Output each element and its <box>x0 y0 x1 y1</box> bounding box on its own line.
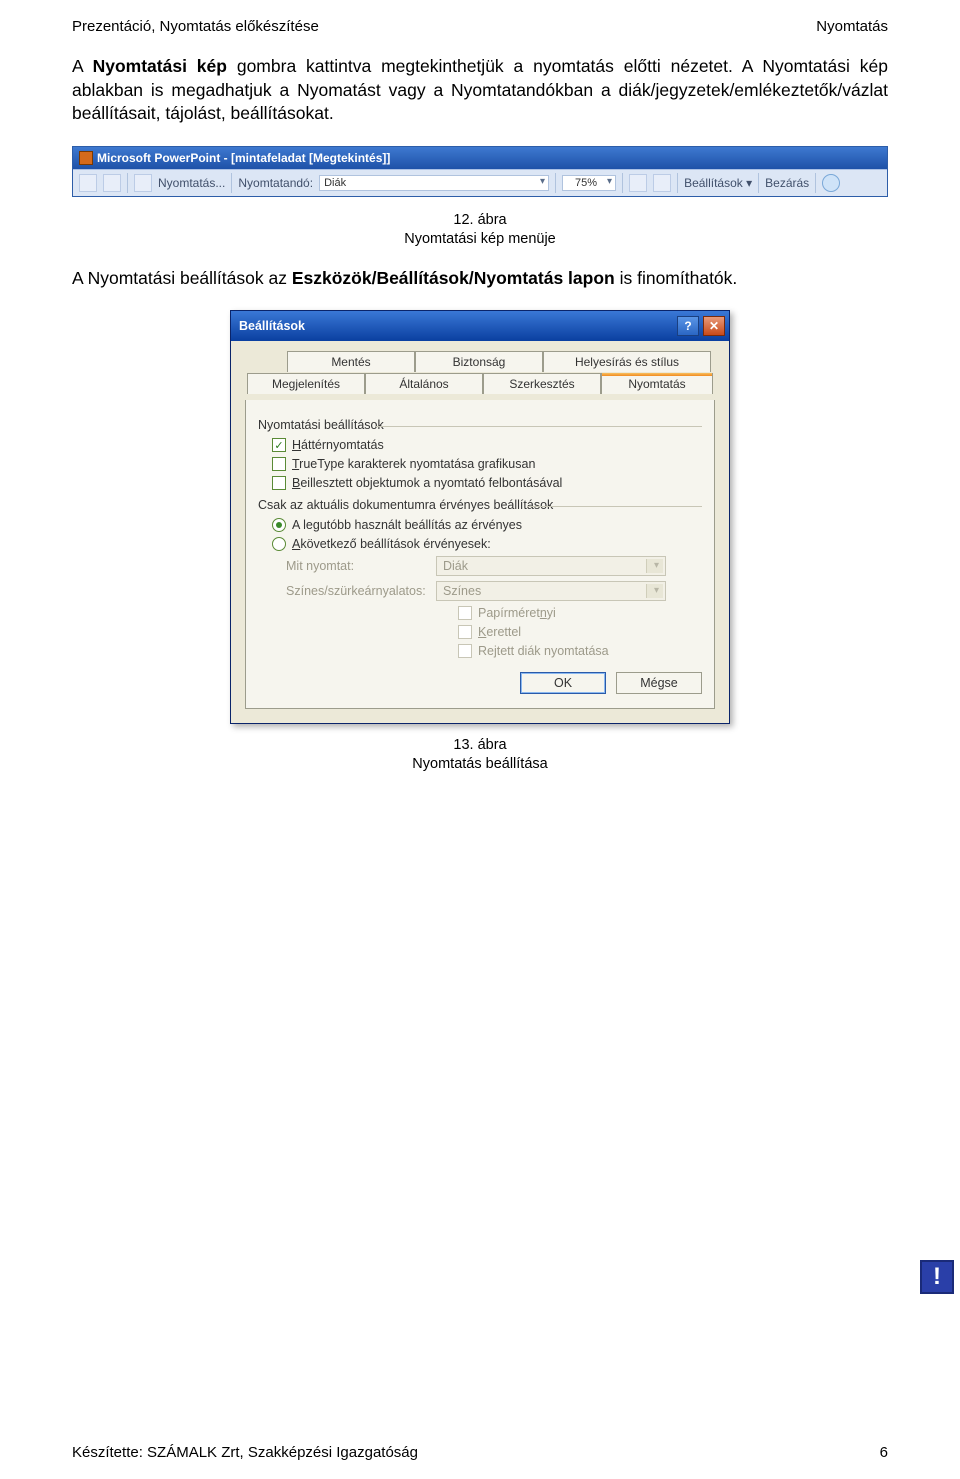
printable-dropdown[interactable]: Diák <box>319 175 549 191</box>
powerpoint-titlebar: Microsoft PowerPoint - [mintafeladat [Me… <box>73 147 887 169</box>
checkbox-hidden-slides <box>458 644 472 658</box>
footer-page-number: 6 <box>880 1444 888 1461</box>
page-header-left: Prezentáció, Nyomtatás előkészítése <box>72 18 319 35</box>
printable-label: Nyomtatandó: <box>238 176 313 190</box>
row-mit-nyomtat: Mit nyomtat: Diák▾ <box>286 556 702 576</box>
printer-icon[interactable] <box>134 174 152 192</box>
footer-left: Készítette: SZÁMALK Zrt, Szakképzési Iga… <box>72 1444 418 1461</box>
tab-biztonsag[interactable]: Biztonság <box>415 351 543 372</box>
radio-following[interactable] <box>272 537 286 551</box>
paragraph-1: A Nyomtatási kép gombra kattintva megtek… <box>72 55 888 126</box>
radio-last-used[interactable] <box>272 518 286 532</box>
checkbox-embedded-objects-row[interactable]: Beillesztett objektumok a nyomtató felbo… <box>272 476 702 490</box>
checkbox-hidden-slides-row: Rejtett diák nyomtatása <box>458 644 702 658</box>
checkbox-embedded-objects[interactable] <box>272 476 286 490</box>
tab-megjelenites[interactable]: Megjelenítés <box>247 373 365 394</box>
toolbar-icon-prev[interactable] <box>79 174 97 192</box>
tab-altalanos[interactable]: Általános <box>365 373 483 394</box>
checkbox-background-print-row[interactable]: ✓ Háttérnyomtatás <box>272 438 702 452</box>
dialog-close-button[interactable]: ✕ <box>703 316 725 336</box>
toolbar-icon-next[interactable] <box>103 174 121 192</box>
checkbox-papersize <box>458 606 472 620</box>
attention-icon: ! <box>920 1260 954 1294</box>
checkbox-truetype-row[interactable]: TrueType karakterek nyomtatása grafikusa… <box>272 457 702 471</box>
checkbox-background-print[interactable]: ✓ <box>272 438 286 452</box>
zoom-dropdown[interactable]: 75% <box>562 175 616 191</box>
powerpoint-icon <box>79 151 93 165</box>
dialog-titlebar: Beállítások ? ✕ <box>231 311 729 341</box>
orientation-landscape-icon[interactable] <box>653 174 671 192</box>
help-icon[interactable] <box>822 174 840 192</box>
tab-nyomtatas[interactable]: Nyomtatás <box>601 373 713 394</box>
checkbox-frame <box>458 625 472 639</box>
combo-szines: Színes▾ <box>436 581 666 601</box>
group-print-settings: Nyomtatási beállítások <box>258 418 702 432</box>
figure-12-caption: 12. ábra Nyomtatási kép menüje <box>72 211 888 249</box>
dialog-help-button[interactable]: ? <box>677 316 699 336</box>
row-szines: Színes/szürkeárnyalatos: Színes▾ <box>286 581 702 601</box>
radio-last-used-row[interactable]: A legutóbb használt beállítás az érvénye… <box>272 518 702 532</box>
cancel-button[interactable]: Mégse <box>616 672 702 694</box>
figure-13-caption: 13. ábra Nyomtatás beállítása <box>72 736 888 774</box>
powerpoint-preview-window: Microsoft PowerPoint - [mintafeladat [Me… <box>72 146 888 197</box>
tab-mentes[interactable]: Mentés <box>287 351 415 372</box>
settings-button[interactable]: Beállítások ▾ <box>684 176 752 190</box>
tab-szerkesztes[interactable]: Szerkesztés <box>483 373 601 394</box>
options-dialog: Beállítások ? ✕ Mentés Biztonság Helyesí… <box>230 310 730 724</box>
paragraph-2: A Nyomtatási beállítások az Eszközök/Beá… <box>72 267 888 291</box>
tab-helyesiras[interactable]: Helyesírás és stílus <box>543 351 711 372</box>
dialog-tabs: Mentés Biztonság Helyesírás és stílus Me… <box>245 351 715 401</box>
checkbox-truetype[interactable] <box>272 457 286 471</box>
ok-button[interactable]: OK <box>520 672 606 694</box>
orientation-portrait-icon[interactable] <box>629 174 647 192</box>
print-button[interactable]: Nyomtatás... <box>158 176 225 190</box>
close-button[interactable]: Bezárás <box>765 176 809 190</box>
checkbox-papersize-row: Papírméretnyi <box>458 606 702 620</box>
tab-panel-nyomtatas: Nyomtatási beállítások ✓ Háttérnyomtatás… <box>245 400 715 709</box>
page-header-right: Nyomtatás <box>816 18 888 35</box>
powerpoint-toolbar: Nyomtatás... Nyomtatandó: Diák 75% Beáll… <box>73 169 887 196</box>
checkbox-frame-row: Kerettel <box>458 625 702 639</box>
group-doc-settings: Csak az aktuális dokumentumra érvényes b… <box>258 498 702 512</box>
radio-following-row[interactable]: Akövetkező beállítások érvényesek: <box>272 537 702 551</box>
combo-mit-nyomtat: Diák▾ <box>436 556 666 576</box>
